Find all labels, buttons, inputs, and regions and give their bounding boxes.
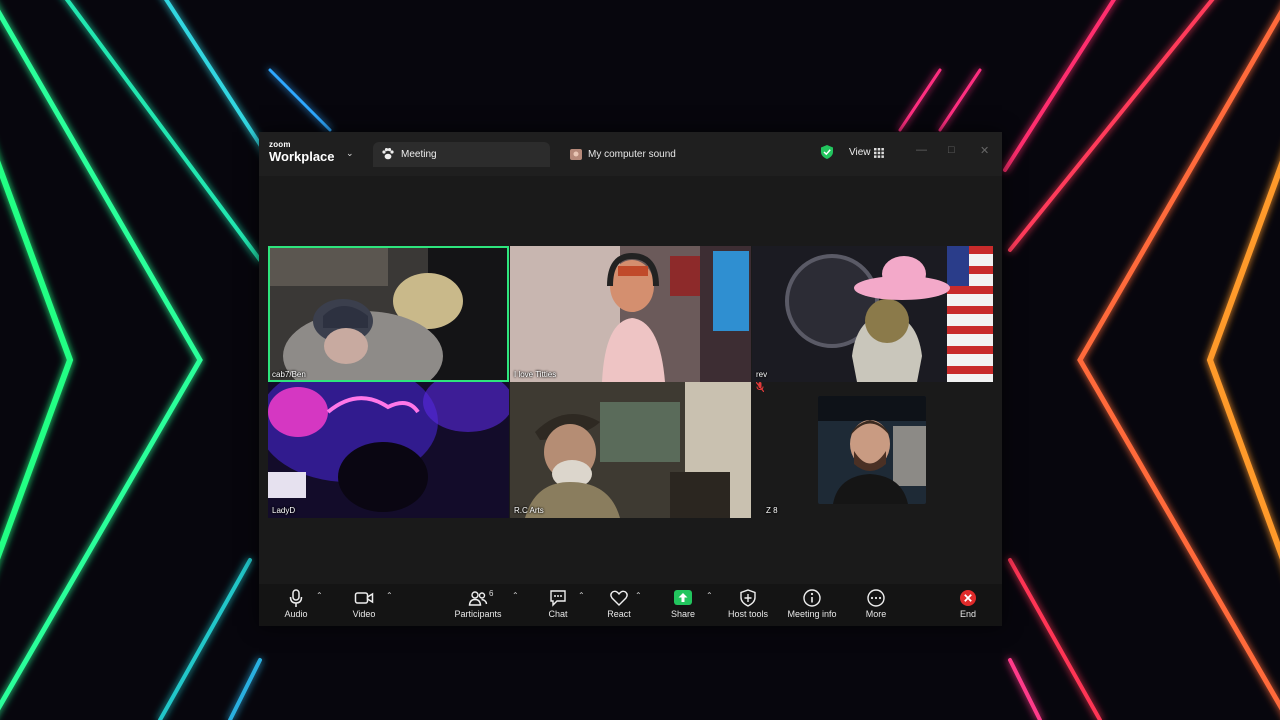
info-icon (803, 589, 821, 607)
audio-button[interactable]: Audio (281, 588, 311, 624)
share-label: Share (670, 609, 696, 619)
shield-icon (740, 589, 756, 607)
meeting-info-button[interactable]: Meeting info (785, 588, 839, 624)
share-button[interactable]: Share (668, 588, 698, 624)
video-feed (510, 382, 751, 518)
participant-name: I love Titties (514, 370, 557, 379)
video-feed (752, 246, 993, 382)
shield-check-icon[interactable] (821, 145, 833, 159)
more-button[interactable]: More (861, 588, 891, 624)
participants-icon (468, 591, 488, 606)
end-label: End (959, 609, 976, 619)
end-call-icon (960, 590, 976, 606)
more-label: More (865, 609, 887, 619)
meeting-toolbar: Audio ⌃ Video ⌃ Participants 6 ⌃ Chat ⌃ … (259, 584, 1002, 626)
brand-bottom: Workplace (269, 149, 335, 164)
audio-label: Audio (284, 609, 308, 619)
chat-caret-icon[interactable]: ⌃ (578, 591, 585, 600)
react-button[interactable]: React (604, 588, 634, 624)
meeting-info-label: Meeting info (787, 609, 837, 619)
video-label: Video (352, 609, 376, 619)
video-tile-rev[interactable]: rev (752, 246, 993, 382)
paw-icon (382, 148, 394, 160)
participant-name: rev (756, 370, 768, 379)
video-feed (510, 246, 751, 382)
thumbnail-icon (570, 149, 582, 160)
chat-label: Chat (548, 609, 568, 619)
react-label: React (607, 609, 631, 619)
tab-meeting[interactable]: Meeting (373, 142, 550, 167)
video-feed (268, 382, 509, 518)
tab-computer-sound[interactable]: My computer sound (563, 142, 743, 167)
video-caret-icon[interactable]: ⌃ (386, 591, 393, 600)
active-speaker-border (268, 246, 509, 382)
profile-thumbnail (818, 396, 926, 504)
view-label: View (849, 147, 871, 158)
video-tile-cab7[interactable]: cab7/Ben (268, 246, 509, 382)
chat-button[interactable]: Chat (543, 588, 573, 624)
host-tools-button[interactable]: Host tools (725, 588, 771, 624)
participants-button[interactable]: Participants (454, 588, 502, 624)
video-tile-ladyd[interactable]: LadyD (268, 382, 509, 518)
participant-name: cab7/Ben (272, 370, 306, 379)
muted-mic-icon (756, 382, 764, 392)
video-button[interactable]: Video (349, 588, 379, 624)
video-tile-z8[interactable]: Z 8 (752, 382, 993, 518)
chat-icon (550, 590, 566, 607)
video-tile-rc-arts[interactable]: R.C Arts (510, 382, 751, 518)
more-dots-icon (867, 589, 885, 607)
share-caret-icon[interactable]: ⌃ (706, 591, 713, 600)
video-tile-i-love-titties[interactable]: I love Titties (510, 246, 751, 382)
share-arrow-icon (674, 590, 692, 605)
participant-name: LadyD (272, 506, 296, 515)
participants-label: Participants (454, 609, 502, 619)
brand-top: zoom (269, 140, 291, 149)
chevron-down-icon[interactable]: ⌄ (346, 148, 354, 159)
tab-sound-label: My computer sound (588, 149, 676, 160)
react-caret-icon[interactable]: ⌃ (635, 591, 642, 600)
zoom-workplace-logo[interactable]: zoom Workplace (269, 140, 335, 164)
grid-icon (874, 148, 884, 158)
participant-name: Z 8 (766, 506, 778, 515)
maximize-icon[interactable]: □ (948, 144, 955, 156)
close-icon[interactable]: ✕ (980, 144, 989, 157)
title-bar: zoom Workplace ⌄ Meeting My computer sou… (259, 132, 1002, 176)
participants-count: 6 (489, 589, 494, 598)
participants-caret-icon[interactable]: ⌃ (512, 591, 519, 600)
participant-name: R.C Arts (514, 506, 544, 515)
tab-meeting-label: Meeting (401, 149, 437, 160)
microphone-icon (289, 589, 303, 607)
end-button[interactable]: End (953, 588, 983, 624)
video-camera-icon (354, 592, 374, 604)
audio-caret-icon[interactable]: ⌃ (316, 591, 323, 600)
host-tools-label: Host tools (727, 609, 769, 619)
zoom-meeting-window: zoom Workplace ⌄ Meeting My computer sou… (259, 132, 1002, 626)
heart-icon (610, 590, 628, 606)
minimize-icon[interactable]: — (916, 144, 927, 156)
